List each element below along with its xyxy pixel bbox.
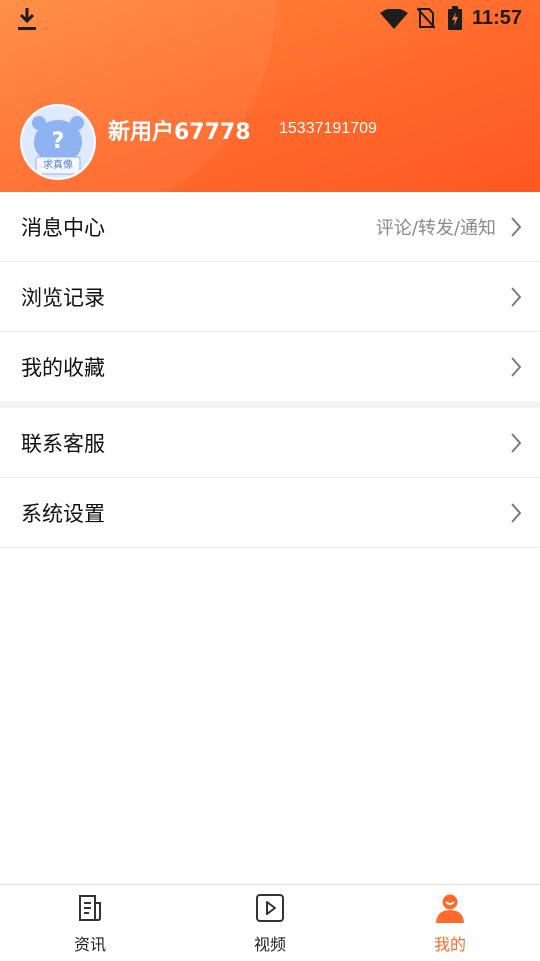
tab-label: 资讯 <box>73 935 106 954</box>
tab-video[interactable]: 视频 <box>180 885 360 961</box>
menu-item-label: 联系客服 <box>21 432 105 456</box>
menu-item-system-settings[interactable]: 系统设置 <box>0 478 540 548</box>
bottom-tab-bar: 资讯 视频 我的 <box>0 884 540 961</box>
menu-item-message-center[interactable]: 消息中心 评论/转发/通知 <box>0 192 540 262</box>
download-icon <box>18 8 36 30</box>
menu-item-label: 我的收藏 <box>21 356 105 380</box>
status-bar: 11:57 <box>0 0 540 38</box>
play-icon <box>256 894 284 922</box>
wifi-icon <box>380 9 408 29</box>
menu-item-hint: 评论/转发/通知 <box>375 218 496 239</box>
section-divider <box>0 401 540 408</box>
chevron-right-icon <box>511 217 522 237</box>
phone-number: 15337191709 <box>279 120 377 137</box>
avatar-sign-text: 求真像 <box>43 160 73 171</box>
menu-item-customer-service[interactable]: 联系客服 <box>0 408 540 478</box>
menu-list: 消息中心 评论/转发/通知 浏览记录 我的收藏 联系客服 系统设置 <box>0 192 540 548</box>
chevron-right-icon <box>511 357 522 377</box>
no-sim-icon <box>417 7 435 29</box>
battery-charging-icon <box>448 6 462 30</box>
chevron-right-icon <box>511 287 522 307</box>
menu-item-label: 浏览记录 <box>21 286 105 310</box>
tab-label: 视频 <box>253 935 286 954</box>
menu-item-favorites[interactable]: 我的收藏 <box>0 332 540 401</box>
username: 新用户67778 <box>108 120 251 145</box>
user-icon <box>436 894 464 923</box>
tab-news[interactable]: 资讯 <box>0 885 180 961</box>
svg-text:?: ? <box>52 129 65 154</box>
menu-item-label: 系统设置 <box>21 502 105 526</box>
chevron-right-icon <box>511 433 522 453</box>
menu-item-label: 消息中心 <box>21 216 105 240</box>
tab-label: 我的 <box>433 935 466 954</box>
status-time: 11:57 <box>472 7 523 29</box>
chevron-right-icon <box>511 503 522 523</box>
avatar[interactable]: ? 求真像 <box>20 104 96 180</box>
tab-mine[interactable]: 我的 <box>360 885 540 961</box>
document-icon <box>79 895 101 921</box>
menu-item-browse-history[interactable]: 浏览记录 <box>0 262 540 332</box>
profile-header: 11:57 ? 求真像 新用户67778 15337191709 <box>0 0 540 192</box>
